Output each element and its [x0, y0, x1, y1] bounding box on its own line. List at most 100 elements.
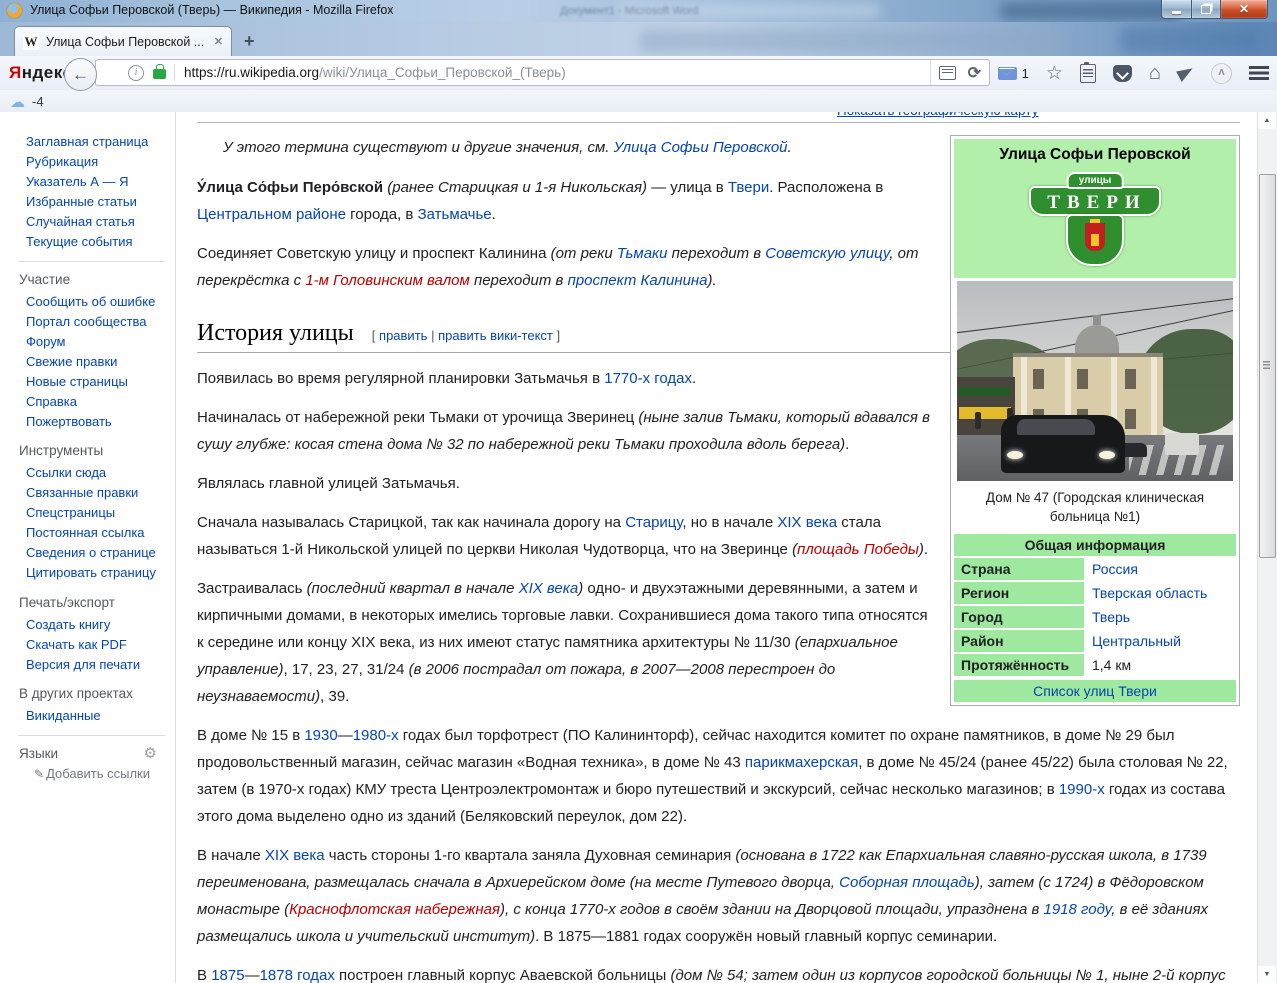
reload-icon[interactable]: ⟳: [968, 63, 981, 83]
sidebar-link[interactable]: Ссылки сюда: [26, 463, 167, 483]
wiki-link[interactable]: Твери: [728, 179, 769, 196]
sidebar-link[interactable]: Заглавная страница: [26, 132, 167, 152]
sidebar-link[interactable]: Указатель А — Я: [26, 172, 167, 192]
infobox-row-value[interactable]: Тверская область: [1086, 582, 1236, 604]
tab-close-icon[interactable]: ✕: [214, 35, 223, 48]
sidebar-link[interactable]: Сообщить об ошибке: [26, 292, 167, 312]
sidebar-link[interactable]: Свежие правки: [26, 352, 167, 372]
new-tab-button[interactable]: +: [244, 32, 255, 50]
back-arrow-icon: ←: [72, 64, 89, 84]
yandex-logo[interactable]: Яндекс: [9, 63, 72, 83]
sidebar-link[interactable]: Спецстраницы: [26, 503, 167, 523]
restore-button[interactable]: [1191, 0, 1221, 19]
pocket-button[interactable]: [1112, 64, 1132, 82]
wiki-link[interactable]: проспект Калинина: [568, 272, 708, 289]
back-button[interactable]: ←: [64, 58, 97, 91]
tab-active[interactable]: W Улица Софьи Перовской ... ✕: [14, 26, 232, 56]
wiki-link[interactable]: площадь Победы: [797, 541, 919, 558]
show-map-link[interactable]: Показать географическую карту: [837, 112, 1038, 118]
sidebar-link[interactable]: Избранные статьи: [26, 192, 167, 212]
sidebar-link[interactable]: Пожертвовать: [26, 412, 167, 432]
scrollbar-thumb[interactable]: [1259, 174, 1276, 558]
bookmarks-menu-button[interactable]: [1079, 61, 1096, 83]
reader-mode-icon[interactable]: [938, 65, 956, 80]
sidebar-link[interactable]: Новые страницы: [26, 372, 167, 392]
wiki-link[interactable]: 1770-х годах: [604, 370, 692, 387]
send-tab-button[interactable]: [1176, 63, 1196, 83]
edit-wikitext-link[interactable]: править вики-текст: [438, 328, 553, 343]
wiki-link[interactable]: XIX века: [777, 514, 837, 531]
wiki-link[interactable]: Советскую улицу: [765, 245, 889, 262]
wiki-link[interactable]: 1990-х: [1059, 781, 1105, 798]
wiki-link[interactable]: Улица Софьи Перовской: [614, 139, 788, 156]
emblem-top-label: улицы: [1066, 172, 1124, 189]
wiki-link[interactable]: парикмахерская: [745, 754, 858, 771]
emblem-shield: [1066, 214, 1124, 266]
wiki-link[interactable]: Старицу: [625, 514, 682, 531]
sidebar-link[interactable]: Случайная статья: [26, 212, 167, 232]
scroll-down-button[interactable]: ▼: [1258, 966, 1276, 983]
wiki-link[interactable]: Затьмачье: [418, 206, 492, 223]
text-run: . В 1875—1881 годах сооружён новый главн…: [535, 928, 998, 945]
sidebar-link[interactable]: Связанные правки: [26, 483, 167, 503]
wiki-link[interactable]: 1980-х: [353, 727, 399, 744]
minimize-button[interactable]: [1161, 0, 1191, 19]
scroll-up-button[interactable]: ▲: [1258, 112, 1276, 129]
wiki-link[interactable]: Соборная площадь: [839, 874, 975, 891]
wiki-sidebar: Заглавная страница Рубрикация Указатель А …: [0, 112, 176, 983]
sidebar-link[interactable]: Портал сообщества: [26, 312, 167, 332]
gear-icon[interactable]: ⚙: [144, 744, 157, 762]
photo-headlight: [1007, 451, 1023, 459]
sidebar-link[interactable]: Викиданные: [26, 706, 167, 726]
add-links-button[interactable]: ✎ Добавить ссылки: [0, 766, 175, 781]
scrollbar[interactable]: ▲ ▼: [1257, 112, 1277, 983]
wiki-link[interactable]: XIX века: [265, 847, 325, 864]
sidebar-link[interactable]: Форум: [26, 332, 167, 352]
sidebar-link[interactable]: Версия для печати: [26, 655, 167, 675]
menu-button[interactable]: [1249, 66, 1269, 80]
wiki-link[interactable]: 1930: [304, 727, 337, 744]
infobox-row-value[interactable]: Тверь: [1086, 606, 1236, 628]
wiki-link[interactable]: Краснофлотская набережная: [289, 901, 500, 918]
wiki-link[interactable]: 1-м Головинским валом: [305, 272, 469, 289]
url-bar[interactable]: i https://ru.wikipedia.org/wiki/Улица_Со…: [95, 59, 990, 86]
sidebar-link[interactable]: Справка: [26, 392, 167, 412]
photo-window: [1033, 369, 1044, 389]
sidebar-link[interactable]: Цитировать страницу: [26, 563, 167, 583]
sidebar-link[interactable]: Сведения о странице: [26, 543, 167, 563]
close-button[interactable]: ✕: [1221, 0, 1268, 19]
sidebar-link[interactable]: Постоянная ссылка: [26, 523, 167, 543]
sidebar-link[interactable]: Рубрикация: [26, 152, 167, 172]
infobox-title-band: Улица Софьи Перовской улицы ТВЕРИ: [954, 139, 1236, 278]
url-text[interactable]: https://ru.wikipedia.org/wiki/Улица_Софь…: [184, 65, 930, 80]
wiki-link[interactable]: 1878 годах: [260, 967, 335, 983]
wiki-link[interactable]: Тьмаки: [617, 245, 668, 262]
sidebar-link[interactable]: Скачать как PDF: [26, 635, 167, 655]
home-icon[interactable]: ⌂: [1149, 63, 1161, 83]
street-photo[interactable]: [957, 281, 1233, 481]
wiki-link[interactable]: Центральном районе: [197, 206, 346, 223]
edit-link[interactable]: править: [379, 328, 427, 343]
pocket-icon: [1112, 64, 1132, 82]
sidebar-link[interactable]: Создать книгу: [26, 615, 167, 635]
page-info-icon[interactable]: i: [128, 64, 144, 81]
panel-collapse-button[interactable]: ᴧ: [1211, 62, 1232, 84]
infobox-row-value[interactable]: Центральный: [1086, 630, 1236, 652]
wiki-link[interactable]: 1875: [211, 967, 244, 983]
wiki-link[interactable]: 1918 году: [1044, 901, 1112, 918]
mail-button[interactable]: 1: [997, 66, 1029, 81]
weather-cloud-icon[interactable]: ☁: [10, 93, 25, 111]
photo-sign: [959, 407, 1011, 419]
infobox-row-value[interactable]: Россия: [1086, 558, 1236, 580]
https-lock-icon[interactable]: [153, 64, 166, 79]
tab-bar: W Улица Софьи Перовской ... ✕ +: [0, 22, 1277, 56]
bookmark-star-icon[interactable]: ☆: [1046, 62, 1063, 85]
street-list-link[interactable]: Список улиц Твери: [954, 680, 1236, 702]
photo-window: [1125, 409, 1136, 429]
infobox-row-label: Район: [954, 630, 1084, 652]
wiki-link[interactable]: XIX века: [519, 580, 579, 597]
weather-value[interactable]: -4: [32, 94, 44, 109]
infobox-row: Район Центральный: [954, 630, 1236, 652]
sidebar-section-links: Создать книгу Скачать как PDF Версия для п…: [0, 615, 175, 675]
sidebar-link[interactable]: Текущие события: [26, 232, 167, 252]
